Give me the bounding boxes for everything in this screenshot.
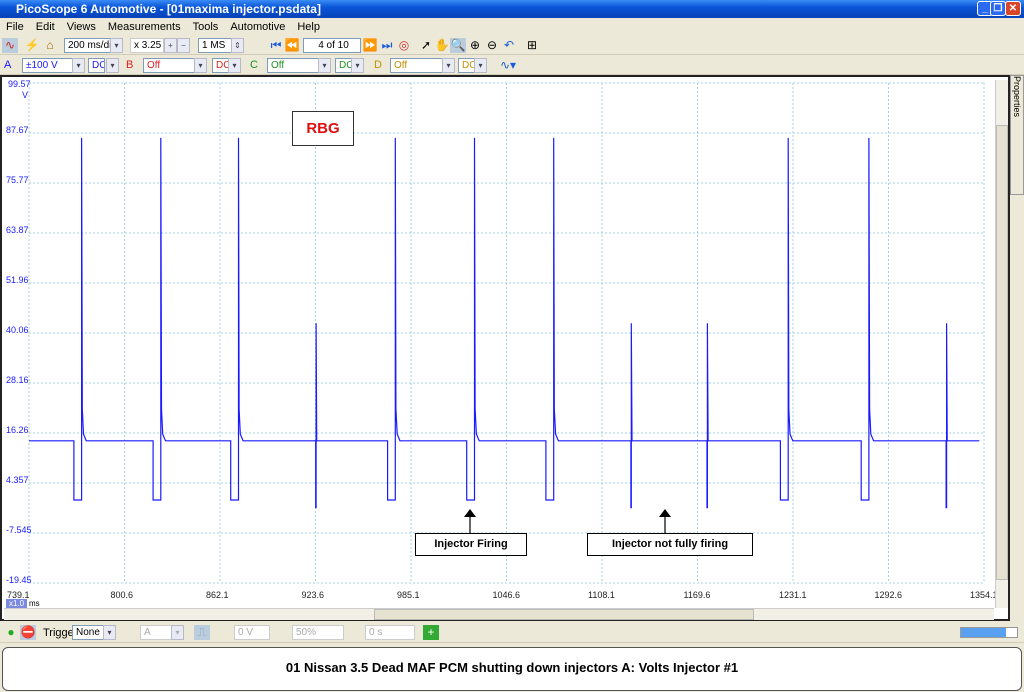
y-tick-label: 75.77 xyxy=(6,175,29,185)
x-tick-label: 1169.6 xyxy=(683,590,711,600)
annotation-injector-not-fully-firing: Injector not fully firing xyxy=(587,533,753,556)
vertical-scrollbar[interactable] xyxy=(995,80,1008,608)
trigger-level-field: 0 V xyxy=(234,625,270,640)
watermark-label: RBG xyxy=(292,111,354,146)
x-tick-label: 923.6 xyxy=(301,590,325,600)
rising-edge-icon: ⎍ xyxy=(194,625,210,640)
y-unit: V xyxy=(22,90,29,100)
y-tick-label: 4.357 xyxy=(6,475,29,485)
y-tick-label: 99.57 xyxy=(8,79,31,89)
start-icon[interactable]: ● xyxy=(3,625,19,640)
x-tick-label: 1046.6 xyxy=(492,590,521,600)
x-unit: ms xyxy=(29,599,40,608)
pretrigger-field: 50% xyxy=(292,625,344,640)
annotation-injector-firing: Injector Firing xyxy=(415,533,527,556)
trigger-source-select: A xyxy=(140,625,172,640)
x-tick-label: 862.1 xyxy=(206,590,229,600)
channel-a-trace xyxy=(29,137,980,509)
x-tick-label: 1108.1 xyxy=(588,590,615,600)
arrow-up-icon xyxy=(464,509,476,533)
y-tick-label: 87.67 xyxy=(6,125,29,135)
trigger-mode-select[interactable]: None xyxy=(72,625,106,640)
x-tick-label: 1354.1 xyxy=(970,590,998,600)
caption-box: 01 Nissan 3.5 Dead MAF PCM shutting down… xyxy=(2,647,1022,691)
x-tick-label: 1231.1 xyxy=(779,590,807,600)
y-tick-label: 40.06 xyxy=(6,325,29,335)
add-ruler-icon[interactable]: + xyxy=(423,625,439,640)
x-tick-label: 985.1 xyxy=(397,590,420,600)
y-tick-label: 51.96 xyxy=(6,275,29,285)
properties-tab[interactable]: Properties xyxy=(1010,75,1024,195)
trigger-delay-field: 0 s xyxy=(365,625,415,640)
chevron-down-icon[interactable]: ▾ xyxy=(103,625,116,640)
y-tick-label: 28.16 xyxy=(6,375,29,385)
horizontal-scroll-thumb[interactable] xyxy=(374,609,754,620)
x-tick-label: 800.6 xyxy=(110,590,134,600)
horizontal-scrollbar[interactable] xyxy=(4,608,994,620)
vertical-scroll-thumb[interactable] xyxy=(996,125,1008,580)
x-tick-label: 1292.6 xyxy=(874,590,903,600)
y-tick-label: 63.87 xyxy=(6,225,29,235)
trigger-toolbar: ● ⛔ Trigger None ▾ A ▾ ⎍ 0 V 50% 0 s + xyxy=(0,623,1024,643)
x-zoom-badge: x1.0 xyxy=(6,599,28,608)
arrow-up-icon xyxy=(659,509,671,533)
y-tick-label: -19.45 xyxy=(6,575,32,585)
y-tick-label: -7.545 xyxy=(6,525,32,535)
y-tick-label: 16.26 xyxy=(6,425,29,435)
progress-bar xyxy=(960,627,1018,638)
stop-icon[interactable]: ⛔ xyxy=(20,625,36,640)
chevron-down-icon: ▾ xyxy=(171,625,184,640)
scope-plot[interactable] xyxy=(0,0,1010,620)
